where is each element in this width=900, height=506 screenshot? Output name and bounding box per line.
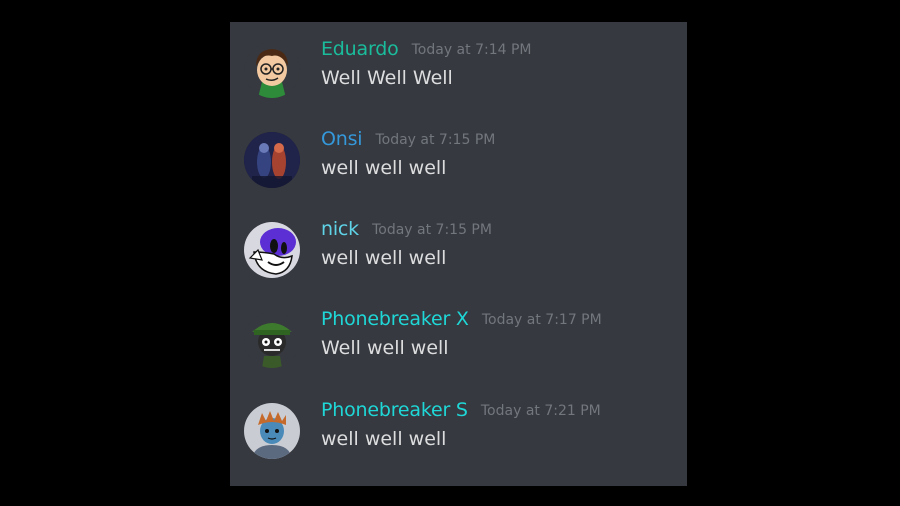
message-header: Eduardo Today at 7:14 PM — [321, 38, 531, 60]
message-header: Phonebreaker X Today at 7:17 PM — [321, 308, 602, 330]
timestamp: Today at 7:14 PM — [411, 42, 532, 58]
username[interactable]: Eduardo — [321, 38, 399, 60]
message-item[interactable]: Phonebreaker S Today at 7:21 PM well wel… — [230, 399, 687, 483]
username[interactable]: Onsi — [321, 128, 363, 150]
username[interactable]: nick — [321, 218, 359, 240]
message-text: well well well — [321, 247, 447, 269]
message-header: Onsi Today at 7:15 PM — [321, 128, 495, 150]
message-item[interactable]: Phonebreaker X Today at 7:17 PM Well wel… — [230, 308, 687, 392]
message-header: Phonebreaker S Today at 7:21 PM — [321, 399, 601, 421]
message-text: well well well — [321, 157, 447, 179]
onsi-avatar-icon[interactable] — [244, 132, 300, 188]
phonebreaker-x-avatar-icon[interactable] — [244, 312, 300, 368]
message-text: well well well — [321, 428, 447, 450]
message-item[interactable]: Onsi Today at 7:15 PM well well well — [230, 128, 687, 212]
message-text: Well well well — [321, 337, 449, 359]
timestamp: Today at 7:21 PM — [480, 403, 601, 419]
timestamp: Today at 7:17 PM — [481, 312, 602, 328]
timestamp: Today at 7:15 PM — [372, 222, 492, 238]
phonebreaker-s-avatar-icon[interactable] — [244, 403, 300, 459]
chat-panel: Eduardo Today at 7:14 PM Well Well Well … — [230, 22, 687, 486]
eduardo-avatar-icon[interactable] — [244, 42, 300, 98]
username[interactable]: Phonebreaker X — [321, 308, 469, 330]
nick-avatar-icon[interactable] — [244, 222, 300, 278]
username[interactable]: Phonebreaker S — [321, 399, 468, 421]
timestamp: Today at 7:15 PM — [375, 132, 496, 148]
message-item[interactable]: Eduardo Today at 7:14 PM Well Well Well — [230, 38, 687, 122]
message-text: Well Well Well — [321, 67, 453, 89]
message-header: nick Today at 7:15 PM — [321, 218, 492, 240]
message-item[interactable]: nick Today at 7:15 PM well well well — [230, 218, 687, 302]
